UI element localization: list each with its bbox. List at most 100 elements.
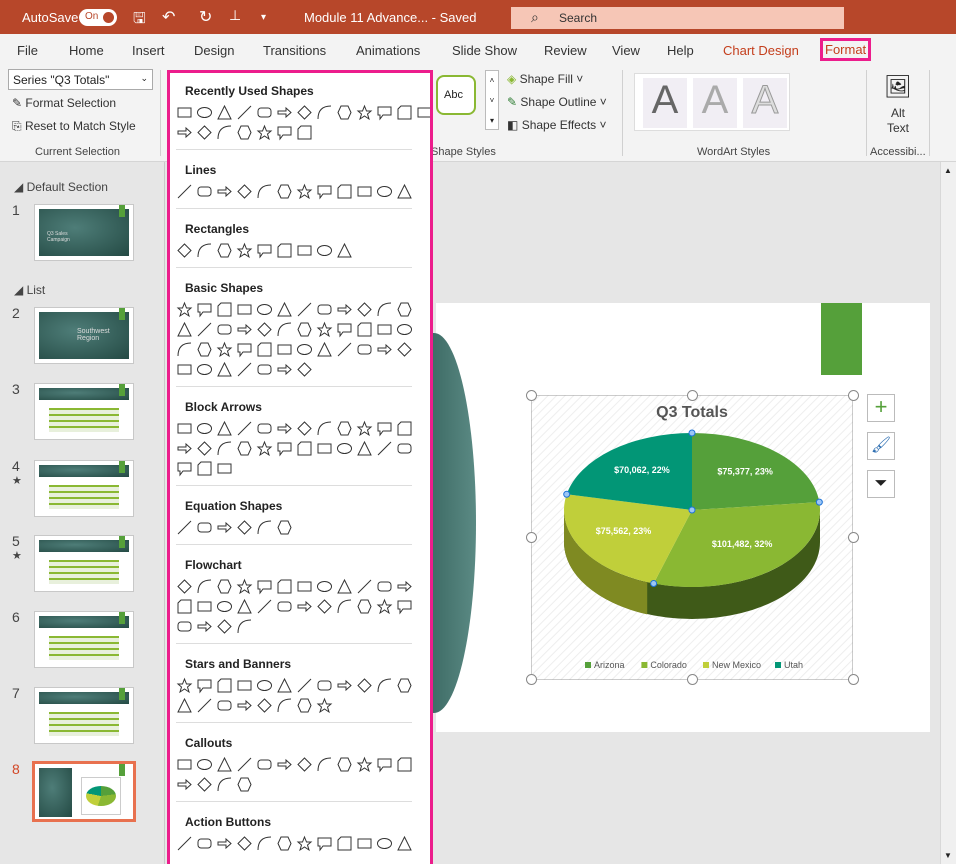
shape-option-icon[interactable] [375,300,394,319]
data-label[interactable]: $70,062, 22% [614,465,670,475]
wordart-gallery[interactable]: A A A [634,73,790,131]
shape-option-icon[interactable] [255,577,274,596]
shape-option-icon[interactable] [315,439,334,458]
shape-option-icon[interactable] [275,103,294,122]
chart-filters-funnel-icon[interactable]: ⏷ [867,470,895,498]
shape-option-icon[interactable] [215,755,234,774]
shape-option-icon[interactable] [295,577,314,596]
shape-option-icon[interactable] [235,300,254,319]
shape-option-icon[interactable] [275,518,294,537]
section-header[interactable]: ◢ List [14,283,45,297]
shape-option-icon[interactable] [275,755,294,774]
chart-styles-brush-icon[interactable]: 🖌 [867,432,895,460]
shape-option-icon[interactable] [315,834,334,853]
shape-style-abc[interactable]: Abc [436,75,476,115]
shape-option-icon[interactable] [295,676,314,695]
shape-option-icon[interactable] [235,834,254,853]
wordart-style-2[interactable]: A [693,78,737,128]
shape-option-icon[interactable] [295,696,314,715]
tab-file[interactable]: File [17,43,38,58]
shape-option-icon[interactable] [215,182,234,201]
shape-option-icon[interactable] [375,320,394,339]
shape-option-icon[interactable] [255,241,274,260]
shape-option-icon[interactable] [395,439,414,458]
shape-option-icon[interactable] [195,577,214,596]
resize-handle[interactable] [526,674,537,685]
shape-option-icon[interactable] [195,419,214,438]
shape-option-icon[interactable] [195,676,214,695]
shape-option-icon[interactable] [195,320,214,339]
document-title[interactable]: Module 11 Advance... - Saved [304,10,476,25]
legend-item[interactable]: Utah [784,660,803,670]
shape-option-icon[interactable] [315,182,334,201]
shape-option-icon[interactable] [275,182,294,201]
shape-option-icon[interactable] [315,676,334,695]
shape-option-icon[interactable] [315,419,334,438]
shape-option-icon[interactable] [275,123,294,142]
slide-thumbnail-1[interactable]: Q3 Sales Campaign [34,204,134,261]
resize-handle[interactable] [687,674,698,685]
shape-option-icon[interactable] [355,834,374,853]
wordart-style-1[interactable]: A [643,78,687,128]
shape-option-icon[interactable] [315,577,334,596]
search-box[interactable]: ⌕ Search [511,7,844,29]
shape-option-icon[interactable] [355,320,374,339]
shape-option-icon[interactable] [175,360,194,379]
shape-option-icon[interactable] [275,676,294,695]
shape-option-icon[interactable] [235,320,254,339]
shape-option-icon[interactable] [255,419,274,438]
shape-option-icon[interactable] [335,834,354,853]
shape-option-icon[interactable] [195,241,214,260]
shape-option-icon[interactable] [255,518,274,537]
resize-handle[interactable] [526,532,537,543]
legend-swatch[interactable] [703,662,709,668]
shape-option-icon[interactable] [235,182,254,201]
shape-option-icon[interactable] [175,182,194,201]
shape-option-icon[interactable] [215,340,234,359]
shape-option-icon[interactable] [215,459,234,478]
shape-option-icon[interactable] [175,300,194,319]
shape-option-icon[interactable] [235,775,254,794]
shape-option-icon[interactable] [355,676,374,695]
shape-option-icon[interactable] [335,182,354,201]
tab-design[interactable]: Design [194,43,234,58]
shape-option-icon[interactable] [235,597,254,616]
shape-option-icon[interactable] [275,241,294,260]
shape-option-icon[interactable] [195,103,214,122]
shape-option-icon[interactable] [375,419,394,438]
shape-option-icon[interactable] [355,340,374,359]
tab-slide-show[interactable]: Slide Show [452,43,517,58]
shape-option-icon[interactable] [295,419,314,438]
shape-option-icon[interactable] [235,419,254,438]
tab-chart-design[interactable]: Chart Design [723,43,799,58]
shape-option-icon[interactable] [315,755,334,774]
shape-option-icon[interactable] [335,439,354,458]
shape-option-icon[interactable] [355,439,374,458]
shape-option-icon[interactable] [335,577,354,596]
shape-option-icon[interactable] [255,360,274,379]
shape-option-icon[interactable] [235,123,254,142]
shape-option-icon[interactable] [275,696,294,715]
shape-option-icon[interactable] [375,834,394,853]
shape-option-icon[interactable] [195,834,214,853]
slide-thumbnail-3[interactable] [34,383,134,440]
shape-option-icon[interactable] [395,419,414,438]
tab-home[interactable]: Home [69,43,104,58]
shape-option-icon[interactable] [315,103,334,122]
shape-option-icon[interactable] [275,320,294,339]
shape-option-icon[interactable] [195,755,214,774]
shape-option-icon[interactable] [175,696,194,715]
tab-review[interactable]: Review [544,43,587,58]
shape-option-icon[interactable] [395,320,414,339]
legend-swatch[interactable] [775,662,781,668]
vertical-scrollbar[interactable]: ▲ ▼ [940,162,956,864]
shape-option-icon[interactable] [255,103,274,122]
shape-option-icon[interactable] [315,241,334,260]
shape-option-icon[interactable] [255,834,274,853]
shape-option-icon[interactable] [175,241,194,260]
series-select[interactable]: Series "Q3 Totals" ⌄ [8,69,153,90]
legend-item[interactable]: New Mexico [712,660,761,670]
data-label[interactable]: $75,562, 23% [596,526,652,536]
resize-handle[interactable] [848,532,859,543]
shape-effects-button[interactable]: ◧ Shape Effects ˅ [507,118,607,132]
